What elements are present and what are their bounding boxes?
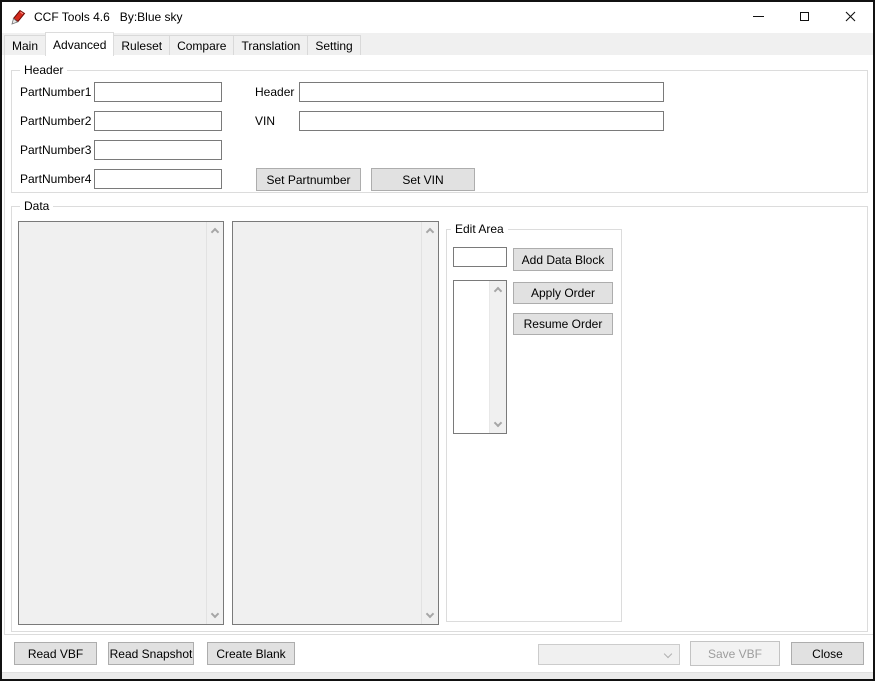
close-icon [845, 11, 856, 22]
maximize-icon [800, 12, 809, 21]
header-groupbox: Header PartNumber1 PartNumber2 PartNumbe… [11, 70, 868, 193]
data-block-listbox[interactable] [453, 280, 507, 434]
data-left-panel-content [19, 222, 206, 624]
partnumber3-input[interactable] [94, 140, 222, 160]
edit-area-title: Edit Area [451, 222, 508, 236]
header-group-title: Header [20, 63, 67, 77]
data-right-panel-scrollbar[interactable] [421, 222, 438, 624]
close-button[interactable] [827, 2, 873, 31]
partnumber4-input[interactable] [94, 169, 222, 189]
scroll-down-icon [494, 419, 502, 427]
read-vbf-button[interactable]: Read VBF [14, 642, 97, 665]
partnumber1-label: PartNumber1 [20, 82, 91, 102]
tab-main[interactable]: Main [4, 35, 46, 55]
tab-strip: Main Advanced Ruleset Compare Translatio… [2, 33, 873, 55]
scroll-up-icon [494, 287, 502, 295]
minimize-icon [753, 16, 764, 17]
set-partnumber-button[interactable]: Set Partnumber [256, 168, 361, 191]
data-block-input[interactable] [453, 247, 507, 267]
app-icon [9, 8, 27, 26]
resume-order-button[interactable]: Resume Order [513, 313, 613, 335]
data-right-panel-content [233, 222, 421, 624]
tab-setting[interactable]: Setting [307, 35, 360, 55]
data-block-listbox-scrollbar[interactable] [489, 281, 506, 433]
scroll-up-icon [211, 228, 219, 236]
scroll-down-icon [211, 610, 219, 618]
data-left-panel[interactable] [18, 221, 224, 625]
format-select [538, 644, 680, 665]
partnumber1-input[interactable] [94, 82, 222, 102]
save-vbf-button: Save VBF [690, 641, 780, 666]
set-vin-button[interactable]: Set VIN [371, 168, 475, 191]
vin-field-label: VIN [255, 111, 275, 131]
read-snapshot-button[interactable]: Read Snapshot [108, 642, 194, 665]
partnumber4-label: PartNumber4 [20, 169, 91, 189]
partnumber2-label: PartNumber2 [20, 111, 91, 131]
data-groupbox: Data Edit Area A [11, 206, 868, 632]
data-right-panel[interactable] [232, 221, 439, 625]
partnumber3-label: PartNumber3 [20, 140, 91, 160]
scroll-down-icon [426, 610, 434, 618]
scroll-up-icon [426, 228, 434, 236]
window-resize-strip [2, 672, 873, 679]
tab-compare[interactable]: Compare [169, 35, 234, 55]
window-controls [735, 2, 873, 31]
advanced-tab-page: Header PartNumber1 PartNumber2 PartNumbe… [4, 54, 874, 635]
data-left-panel-scrollbar[interactable] [206, 222, 223, 624]
close-dialog-button[interactable]: Close [791, 642, 864, 665]
tab-translation[interactable]: Translation [233, 35, 308, 55]
titlebar: CCF Tools 4.6 By:Blue sky [2, 2, 873, 31]
apply-order-button[interactable]: Apply Order [513, 282, 613, 304]
partnumber2-input[interactable] [94, 111, 222, 131]
app-window: CCF Tools 4.6 By:Blue sky Main Advanced … [0, 0, 875, 681]
window-title: CCF Tools 4.6 By:Blue sky [34, 10, 183, 24]
header-field-label: Header [255, 82, 294, 102]
add-data-block-button[interactable]: Add Data Block [513, 248, 613, 271]
vin-input[interactable] [299, 111, 664, 131]
edit-area-groupbox: Edit Area Add Data Block Apply Order Res… [446, 229, 622, 622]
maximize-button[interactable] [781, 2, 827, 31]
tab-ruleset[interactable]: Ruleset [113, 35, 170, 55]
header-input[interactable] [299, 82, 664, 102]
tab-advanced[interactable]: Advanced [45, 32, 114, 56]
data-group-title: Data [20, 199, 53, 213]
minimize-button[interactable] [735, 2, 781, 31]
create-blank-button[interactable]: Create Blank [207, 642, 295, 665]
chevron-down-icon [664, 650, 672, 658]
